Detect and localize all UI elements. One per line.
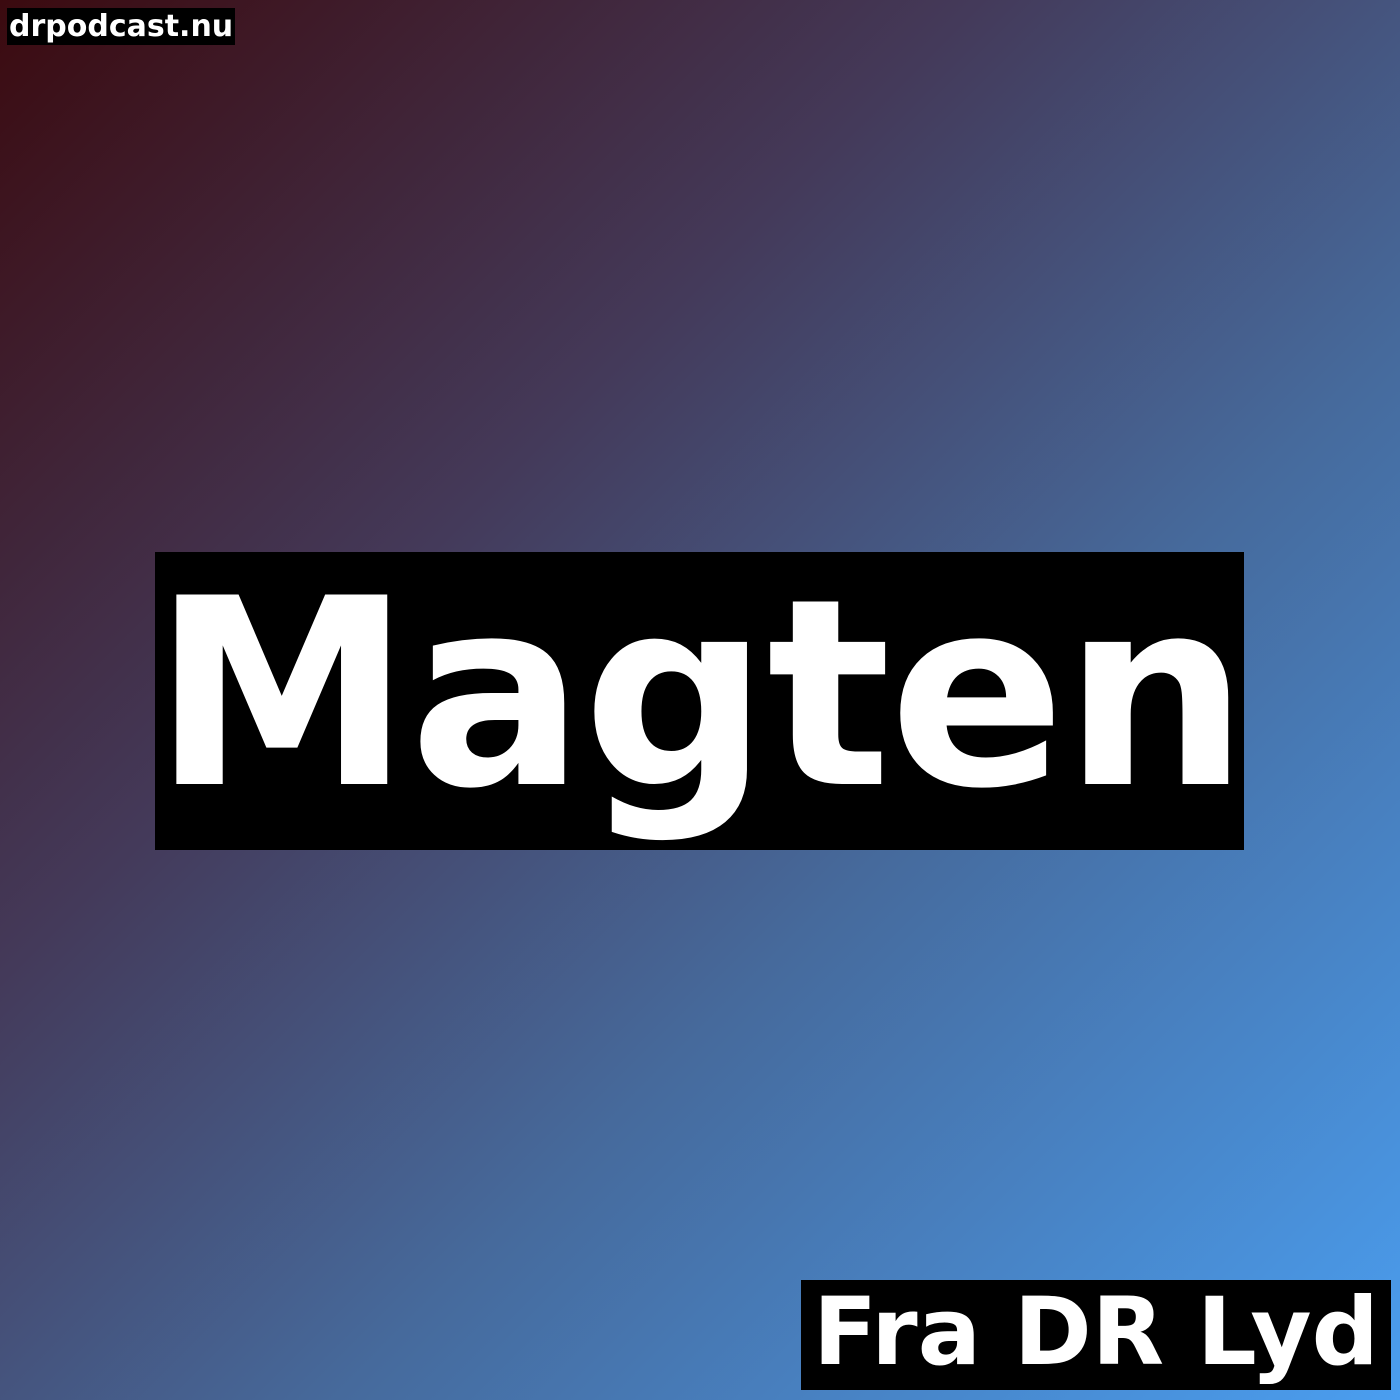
site-label: drpodcast.nu xyxy=(7,8,236,45)
podcast-title: Magten xyxy=(152,544,1249,846)
podcast-cover: drpodcast.nu Magten Fra DR Lyd xyxy=(0,0,1400,1400)
title-banner: Magten xyxy=(153,546,1249,850)
source-label: Fra DR Lyd xyxy=(813,1278,1379,1387)
source-banner: Fra DR Lyd xyxy=(801,1278,1391,1390)
